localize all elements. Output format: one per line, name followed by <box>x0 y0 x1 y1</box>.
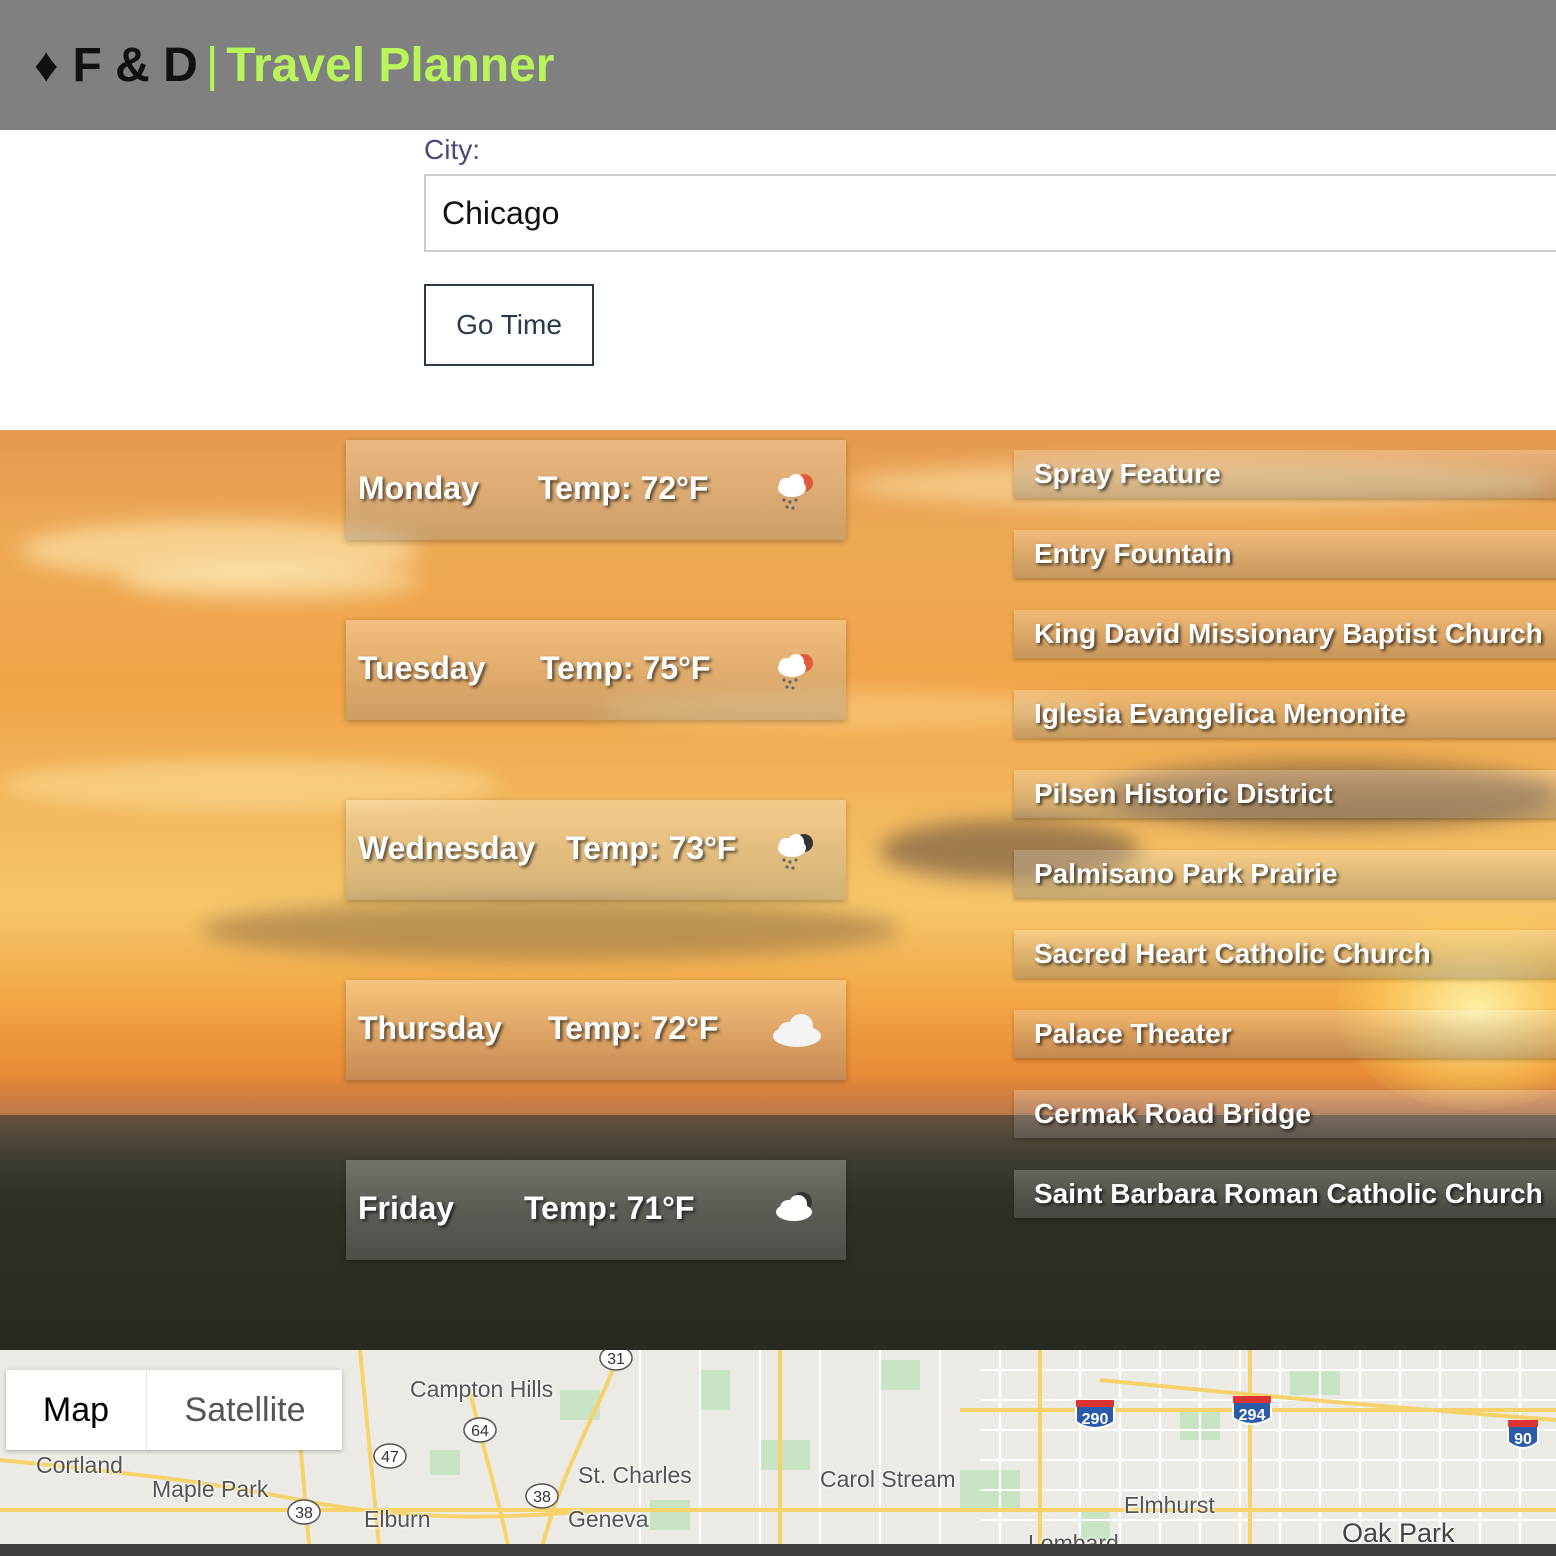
city-input[interactable] <box>424 174 1556 252</box>
map-label-st-charles: St. Charles <box>578 1462 692 1488</box>
place-name: Sacred Heart Catholic Church <box>1034 938 1431 969</box>
map-label-cortland: Cortland <box>36 1452 123 1478</box>
route-label: 90 <box>1514 1431 1532 1448</box>
place-name: Pilsen Historic District <box>1034 778 1333 809</box>
weather-temp: Temp: 72°F <box>538 470 709 506</box>
place-name: Spray Feature <box>1034 458 1221 489</box>
weather-card-tuesday: Tuesday Temp: 75°F <box>346 620 846 720</box>
place-name: King David Missionary Baptist Church <box>1034 618 1543 649</box>
city-label: City: <box>424 134 480 165</box>
weather-temp: Temp: 71°F <box>524 1190 695 1226</box>
map-label-elburn: Elburn <box>364 1506 431 1532</box>
route-64-shield: 64 <box>463 1417 497 1443</box>
map-tab[interactable]: Map <box>6 1370 146 1450</box>
interstate-90-shield: 90 <box>1507 1420 1539 1449</box>
satellite-tab[interactable]: Satellite <box>146 1370 343 1450</box>
weather-day: Thursday <box>358 1010 503 1046</box>
map-label-geneva: Geneva <box>568 1506 649 1532</box>
map-label-maple-park: Maple Park <box>152 1476 269 1502</box>
place-name: Cermak Road Bridge <box>1034 1098 1311 1129</box>
map-label-elmhurst: Elmhurst <box>1124 1492 1215 1518</box>
route-38-shield: 38 <box>287 1499 321 1525</box>
cloudy-icon <box>776 1192 812 1221</box>
weather-day: Friday <box>358 1190 455 1226</box>
map-label-carol-stream: Carol Stream <box>820 1466 956 1492</box>
place-name: Iglesia Evangelica Menonite <box>1034 698 1406 729</box>
bottom-scroll-bar[interactable] <box>0 1544 1556 1556</box>
rain-sun-icon <box>778 474 813 510</box>
route-label: 294 <box>1239 1407 1266 1424</box>
weather-card-thursday: Thursday Temp: 72°F <box>346 980 846 1080</box>
diamond-icon: ♦ <box>34 39 59 92</box>
weather-day: Monday <box>358 470 479 506</box>
route-label: 31 <box>607 1351 625 1368</box>
route-label: 38 <box>295 1505 313 1522</box>
route-47-shield: 47 <box>373 1443 407 1469</box>
map-type-toggle: Map Satellite <box>6 1370 342 1450</box>
place-item[interactable]: Saint Barbara Roman Catholic Church <box>1014 1170 1556 1218</box>
route-label: 64 <box>471 1423 489 1440</box>
place-item[interactable]: Pilsen Historic District <box>1014 770 1556 818</box>
weather-card-wednesday: Wednesday Temp: 73°F <box>346 800 846 900</box>
weather-day: Wednesday <box>358 830 536 866</box>
cloud-icon <box>773 1014 821 1047</box>
route-label: 38 <box>533 1489 551 1506</box>
weather-temp: Temp: 72°F <box>548 1010 719 1046</box>
app-header: ♦ F & D | Travel Planner <box>0 0 1556 130</box>
rain-moon-icon <box>778 834 813 870</box>
place-item[interactable]: Spray Feature <box>1014 450 1556 498</box>
brand-logo[interactable]: ♦ F & D | Travel Planner <box>34 36 554 96</box>
place-item[interactable]: Iglesia Evangelica Menonite <box>1014 690 1556 738</box>
route-38-shield: 38 <box>525 1483 559 1509</box>
weather-temp: Temp: 73°F <box>566 830 737 866</box>
route-31-shield: 31 <box>599 1350 633 1371</box>
place-item[interactable]: Palmisano Park Prairie <box>1014 850 1556 898</box>
place-item[interactable]: King David Missionary Baptist Church <box>1014 610 1556 658</box>
place-item[interactable]: Cermak Road Bridge <box>1014 1090 1556 1138</box>
weather-card-monday: Monday Temp: 72°F <box>346 440 846 540</box>
place-name: Saint Barbara Roman Catholic Church <box>1034 1178 1543 1209</box>
route-label: 47 <box>381 1449 399 1466</box>
map-label-campton-hills: Campton Hills <box>410 1376 554 1402</box>
interstate-290-shield: 290 <box>1075 1400 1115 1429</box>
weather-day: Tuesday <box>358 650 486 686</box>
route-label: 290 <box>1082 1411 1109 1428</box>
rain-sun-icon <box>778 654 813 690</box>
brand-separator: | <box>205 39 219 92</box>
place-name: Palace Theater <box>1034 1018 1232 1049</box>
interstate-294-shield: 294 <box>1232 1396 1272 1425</box>
brand-name: F & D <box>72 39 198 92</box>
weather-card-friday: Friday Temp: 71°F <box>346 1160 846 1260</box>
place-name: Palmisano Park Prairie <box>1034 858 1338 889</box>
weather-temp: Temp: 75°F <box>540 650 711 686</box>
go-time-button[interactable]: Go Time <box>424 284 594 366</box>
place-name: Entry Fountain <box>1034 538 1232 569</box>
map-view[interactable]: 31 64 47 38 38 290 294 90 Campton Hills … <box>0 1350 1556 1556</box>
app-title: Travel Planner <box>226 39 555 92</box>
place-item[interactable]: Sacred Heart Catholic Church <box>1014 930 1556 978</box>
place-item[interactable]: Entry Fountain <box>1014 530 1556 578</box>
place-item[interactable]: Palace Theater <box>1014 1010 1556 1058</box>
